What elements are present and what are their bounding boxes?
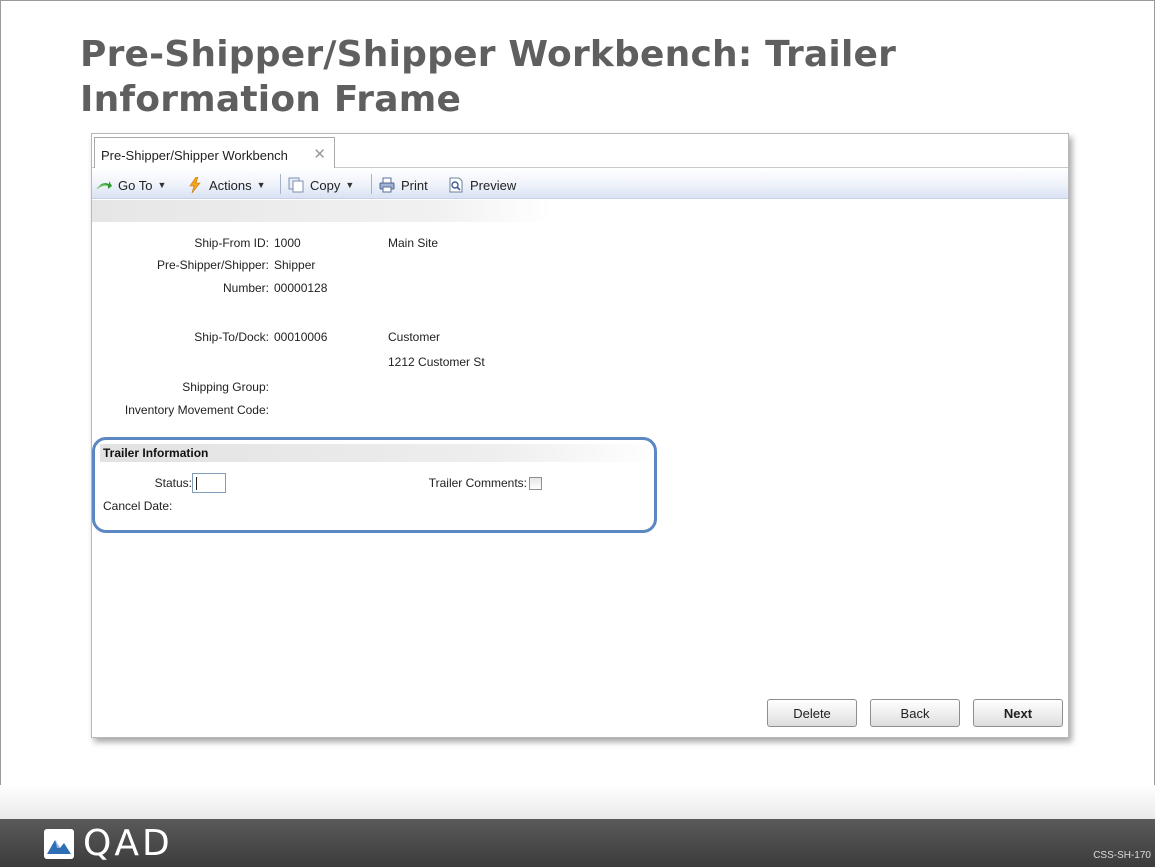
qad-logo-icon (44, 829, 74, 859)
preview-button[interactable]: Preview (448, 176, 516, 194)
actions-label: Actions (209, 177, 252, 193)
goto-label: Go To (118, 177, 153, 193)
slide-code: CSS-SH-170 (1093, 850, 1151, 861)
goto-button[interactable]: Go To ▼ (96, 176, 166, 194)
print-label: Print (401, 177, 428, 193)
delete-button[interactable]: Delete (767, 699, 857, 727)
close-icon[interactable]: ✕ (313, 145, 326, 163)
ship-to-name: Customer (388, 330, 441, 344)
qad-logo-text: QAD (83, 823, 173, 864)
toolbar-divider (280, 174, 281, 194)
toolbar-divider (371, 174, 372, 194)
chevron-down-icon: ▼ (157, 180, 167, 190)
copy-label: Copy (310, 177, 341, 193)
ship-from-label: Ship-From ID: (194, 236, 269, 250)
preview-icon (449, 177, 463, 193)
highlight-callout (92, 437, 657, 533)
chevron-down-icon: ▼ (345, 180, 355, 190)
printer-icon (379, 177, 395, 193)
preview-label: Preview (470, 177, 517, 193)
inventory-movement-label: Inventory Movement Code: (124, 403, 269, 417)
slide-title: Pre-Shipper/Shipper Workbench: Trailer I… (80, 34, 897, 120)
ship-to-address: 1212 Customer St (388, 355, 485, 369)
tab-strip: Pre-Shipper/Shipper Workbench ✕ (92, 134, 1068, 168)
ship-from-value: 1000 (274, 236, 301, 250)
copy-icon (288, 177, 304, 193)
pre-shipper-value: Shipper (274, 258, 316, 272)
qad-logo: QAD (43, 823, 173, 865)
pre-shipper-label: Pre-Shipper/Shipper: (156, 258, 269, 272)
goto-arrow-icon (96, 181, 112, 190)
actions-button[interactable]: Actions ▼ (187, 176, 266, 194)
footer-bar: QAD CSS-SH-170 (0, 819, 1155, 867)
app-window: Pre-Shipper/Shipper Workbench ✕ Go To ▼ … (91, 133, 1069, 738)
toolbar: Go To ▼ Actions ▼ Copy ▼ Print Preview (92, 169, 1068, 199)
back-button[interactable]: Back (870, 699, 960, 727)
tab-workbench[interactable]: Pre-Shipper/Shipper Workbench ✕ (94, 137, 335, 168)
footer-fade (0, 785, 1155, 819)
header-band (92, 200, 552, 222)
number-value: 00000128 (274, 281, 328, 295)
print-button[interactable]: Print (379, 176, 428, 194)
number-label: Number: (222, 281, 269, 295)
ship-to-label: Ship-To/Dock: (194, 330, 269, 344)
tab-label: Pre-Shipper/Shipper Workbench (101, 148, 288, 163)
lightning-icon (189, 177, 201, 193)
ship-from-description: Main Site (388, 236, 439, 250)
shipping-group-label: Shipping Group: (182, 380, 269, 394)
copy-button[interactable]: Copy ▼ (288, 176, 354, 194)
chevron-down-icon: ▼ (256, 180, 266, 190)
ship-to-value: 00010006 (274, 330, 328, 344)
next-button[interactable]: Next (973, 699, 1063, 727)
